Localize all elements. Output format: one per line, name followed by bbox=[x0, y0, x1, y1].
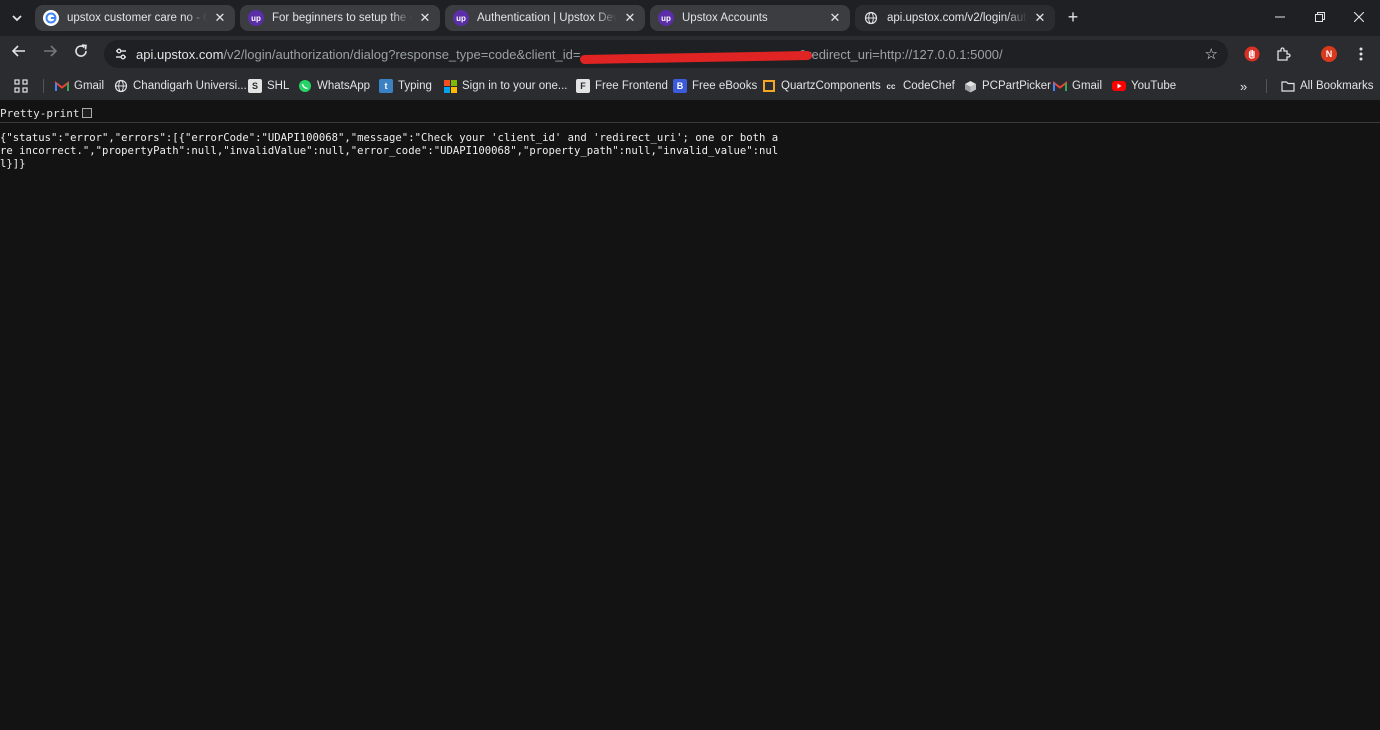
more-bookmarks-chevron-icon[interactable]: » bbox=[1240, 78, 1247, 94]
bookmark-label: Sign in to your one... bbox=[462, 80, 568, 92]
upstox-icon: up bbox=[453, 10, 469, 26]
globe-icon bbox=[863, 10, 879, 26]
free-frontend-icon: F bbox=[576, 79, 590, 93]
url-path-end: &redirect_uri=http://127.0.0.1:5000/ bbox=[798, 46, 1003, 62]
bookmark-chandigarh-university[interactable]: Chandigarh Universi... bbox=[114, 78, 247, 94]
bookmark-label: YouTube bbox=[1131, 80, 1177, 92]
shl-icon: S bbox=[248, 79, 262, 93]
tab-upstox-customer-care[interactable]: upstox customer care no - Goo ✕ bbox=[35, 5, 235, 31]
close-tab-icon[interactable]: ✕ bbox=[1033, 10, 1047, 26]
pretty-print-label: Pretty-print bbox=[0, 106, 80, 120]
whatsapp-icon bbox=[298, 79, 312, 93]
codechef-icon: cc bbox=[886, 81, 896, 91]
ebooks-icon: B bbox=[673, 79, 687, 93]
url-host: api.upstox.com bbox=[136, 46, 224, 62]
bookmarks-divider bbox=[1266, 79, 1267, 93]
tab-title: api.upstox.com/v2/login/author bbox=[887, 12, 1027, 24]
bookmark-gmail-2[interactable]: Gmail bbox=[1053, 78, 1102, 94]
tab-search-chevron-icon[interactable] bbox=[6, 8, 28, 28]
bookmark-youtube[interactable]: YouTube bbox=[1112, 78, 1176, 94]
url-path-start: /v2/login/authorization/dialog?response_… bbox=[223, 46, 581, 62]
gmail-icon bbox=[1053, 79, 1067, 93]
bookmark-free-ebooks[interactable]: B Free eBooks bbox=[673, 78, 757, 94]
more-menu-icon[interactable] bbox=[1351, 44, 1371, 64]
bookmark-label: Free eBooks bbox=[692, 80, 758, 92]
pretty-print-divider bbox=[0, 122, 1380, 123]
tab-title: Authentication | Upstox Develo bbox=[477, 12, 617, 24]
profile-avatar[interactable]: N bbox=[1321, 46, 1337, 62]
navigation-toolbar: api.upstox.com/v2/login/authorization/di… bbox=[0, 36, 1380, 72]
minimize-icon[interactable] bbox=[1268, 6, 1292, 30]
bookmark-star-icon[interactable]: ☆ bbox=[1205, 45, 1218, 63]
bookmark-label: PCPartPicker bbox=[982, 80, 1052, 92]
reload-icon[interactable] bbox=[68, 42, 94, 66]
bookmark-gmail[interactable]: Gmail bbox=[55, 78, 104, 94]
json-response-body: {"status":"error","errors":[{"errorCode"… bbox=[0, 132, 779, 170]
close-tab-icon[interactable]: ✕ bbox=[828, 10, 842, 26]
bookmark-typing[interactable]: t Typing bbox=[379, 78, 432, 94]
tab-upstox-accounts[interactable]: up Upstox Accounts ✕ bbox=[650, 5, 850, 31]
tab-title: upstox customer care no - Goo bbox=[67, 12, 207, 24]
bookmark-label: Chandigarh Universi... bbox=[133, 80, 247, 92]
forward-icon[interactable] bbox=[37, 42, 63, 66]
tab-title: For beginners to setup the upst bbox=[272, 12, 412, 24]
bookmark-label: Typing bbox=[398, 80, 432, 92]
pretty-print-checkbox[interactable] bbox=[82, 108, 93, 118]
bookmark-label: WhatsApp bbox=[317, 80, 371, 92]
extensions-puzzle-icon[interactable] bbox=[1274, 44, 1294, 64]
globe-icon bbox=[114, 79, 128, 93]
youtube-icon bbox=[1112, 79, 1126, 93]
bookmark-label: Gmail bbox=[1072, 80, 1103, 92]
tab-title: Upstox Accounts bbox=[682, 12, 768, 24]
tab-strip: upstox customer care no - Goo ✕ up For b… bbox=[0, 0, 1380, 36]
microsoft-icon bbox=[443, 79, 457, 93]
folder-icon bbox=[1281, 79, 1295, 93]
bookmark-quartzcomponents[interactable]: QuartzComponents bbox=[762, 78, 881, 94]
apps-grid-icon[interactable] bbox=[14, 78, 28, 94]
upstox-icon: up bbox=[248, 10, 264, 26]
bookmark-label: SHL bbox=[267, 80, 290, 92]
upstox-icon: up bbox=[658, 10, 674, 26]
bookmark-whatsapp[interactable]: WhatsApp bbox=[298, 78, 370, 94]
back-icon[interactable] bbox=[6, 42, 32, 66]
url-text: api.upstox.com/v2/login/authorization/di… bbox=[136, 46, 1003, 64]
gmail-icon bbox=[55, 79, 69, 93]
close-window-icon[interactable] bbox=[1347, 6, 1371, 30]
extension-hand-icon[interactable] bbox=[1242, 44, 1262, 64]
pretty-print-toggle[interactable]: Pretty-print bbox=[0, 105, 93, 121]
tab-api-upstox-login[interactable]: api.upstox.com/v2/login/author ✕ bbox=[855, 5, 1055, 31]
google-icon bbox=[43, 10, 59, 26]
typing-icon: t bbox=[379, 79, 393, 93]
tab-for-beginners[interactable]: up For beginners to setup the upst ✕ bbox=[240, 5, 440, 31]
all-bookmarks-folder[interactable]: All Bookmarks bbox=[1281, 78, 1374, 94]
bookmark-codechef[interactable]: cc CodeChef bbox=[884, 78, 955, 94]
restore-icon[interactable] bbox=[1308, 6, 1332, 30]
bookmark-label: Free Frontend bbox=[595, 80, 668, 92]
bookmark-label: CodeChef bbox=[903, 80, 955, 92]
bookmark-microsoft-signin[interactable]: Sign in to your one... bbox=[443, 78, 567, 94]
address-bar[interactable]: api.upstox.com/v2/login/authorization/di… bbox=[104, 40, 1228, 68]
new-tab-button[interactable]: + bbox=[1061, 7, 1085, 29]
close-tab-icon[interactable]: ✕ bbox=[623, 10, 637, 26]
page-content: Pretty-print {"status":"error","errors":… bbox=[0, 100, 1380, 730]
bookmark-shl[interactable]: S SHL bbox=[248, 78, 289, 94]
pcpartpicker-icon bbox=[963, 79, 977, 93]
tab-authentication-upstox[interactable]: up Authentication | Upstox Develo ✕ bbox=[445, 5, 645, 31]
site-info-icon[interactable] bbox=[112, 45, 130, 63]
redaction-mark bbox=[579, 50, 813, 64]
bookmark-label: Gmail bbox=[74, 80, 105, 92]
close-tab-icon[interactable]: ✕ bbox=[213, 10, 227, 26]
bookmarks-divider bbox=[43, 79, 44, 93]
quartz-icon bbox=[762, 79, 776, 93]
bookmark-pcpartpicker[interactable]: PCPartPicker bbox=[963, 78, 1051, 94]
bookmarks-bar: Gmail Chandigarh Universi... S SHL Whats… bbox=[0, 72, 1380, 100]
bookmark-label: QuartzComponents bbox=[781, 80, 881, 92]
bookmark-free-frontend[interactable]: F Free Frontend bbox=[576, 78, 668, 94]
all-bookmarks-label: All Bookmarks bbox=[1300, 80, 1374, 92]
close-tab-icon[interactable]: ✕ bbox=[418, 10, 432, 26]
